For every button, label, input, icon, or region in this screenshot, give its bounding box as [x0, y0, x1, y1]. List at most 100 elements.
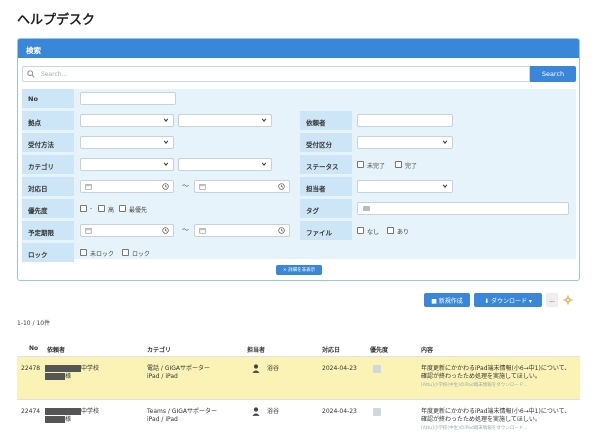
requester-school: 中学校 [81, 408, 100, 415]
priority-high-label: 高 [108, 207, 115, 214]
label-iraisha: 依頼者 [300, 111, 352, 130]
file-none-label: なし [367, 229, 380, 236]
category-select-2[interactable] [178, 158, 272, 171]
table-row[interactable]: 22474 中学校 様 Teams / GIGAサポーター iPad / iPa… [17, 399, 580, 442]
page-title: ヘルプデスク [17, 13, 96, 28]
download-button[interactable]: ⬇ ダウンロード ▾ [474, 293, 542, 307]
lock-unlocked-checkbox[interactable] [80, 249, 87, 256]
file-exists-label: あり [397, 229, 410, 236]
content-subtext: [Attu]小学校(中生)のiPad端末情報をダウンロード... [421, 426, 528, 431]
search-icon [27, 70, 35, 78]
label-yotei-kigen: 予定期限 [22, 221, 74, 240]
uketsuke-houhou-select[interactable] [80, 136, 174, 149]
label-kyoten: 拠点 [22, 111, 74, 130]
tantousha-select[interactable] [357, 180, 453, 193]
lock-locked-checkbox[interactable] [122, 249, 129, 256]
yotei-kigen-from[interactable] [80, 224, 174, 237]
priority-none-label: - [90, 205, 93, 212]
search-panel: 検索 Search No 拠点 依頼者 受付方法 受付区分 カテゴリ [17, 38, 580, 281]
column-header-assignee[interactable]: 担当者 [247, 345, 265, 354]
person-icon [252, 407, 260, 416]
search-panel-header: 検索 [18, 39, 579, 58]
category-line2: iPad / iPad [147, 416, 178, 423]
no-field[interactable] [80, 92, 176, 105]
status-complete-checkbox[interactable] [395, 161, 402, 168]
chevron-down-icon [163, 140, 169, 144]
new-button-label: 新規作成 [438, 297, 463, 305]
row-content: 年度更新にかかわるiPad端末情報(小6→中1)について、確認が終わったため処理… [421, 365, 576, 389]
redacted-block [45, 373, 65, 380]
search-input[interactable] [22, 66, 530, 82]
content-text: 年度更新にかかわるiPad端末情報(小6→中1)について、確認が終わったため処理… [421, 408, 571, 423]
search-button[interactable]: Search [530, 66, 576, 82]
kyoten-select-1[interactable] [80, 114, 174, 127]
new-button[interactable]: ■ 新規作成 [424, 293, 470, 307]
chevron-down-icon [163, 118, 169, 122]
column-header-priority[interactable]: 優先度 [370, 345, 388, 354]
requester-school: 中学校 [81, 365, 100, 372]
file-exists-checkbox[interactable] [387, 227, 394, 234]
chevron-down-icon: ▾ [527, 297, 532, 305]
label-yuusendo: 優先度 [22, 199, 74, 218]
row-date: 2024-04-23 [322, 408, 357, 415]
clock-icon [162, 183, 169, 190]
search-bar: Search [22, 66, 576, 82]
priority-high-checkbox[interactable] [98, 205, 105, 212]
priority-none-checkbox[interactable] [80, 205, 87, 212]
yotei-kigen-to[interactable] [194, 224, 290, 237]
chevron-down-icon [261, 118, 267, 122]
clock-icon [278, 183, 285, 190]
priority-top-checkbox[interactable] [119, 205, 126, 212]
column-header-date[interactable]: 対応日 [322, 345, 340, 354]
gear-icon[interactable] [563, 295, 573, 305]
category-select-1[interactable] [80, 158, 174, 171]
column-header-no[interactable]: No [29, 345, 38, 352]
result-count: 1-10 / 10件 [17, 320, 51, 327]
range-separator: 〜 [182, 226, 189, 234]
priority-indicator [373, 365, 381, 373]
tag-input[interactable] [357, 202, 569, 215]
person-icon [252, 364, 260, 373]
download-icon: ⬇ [484, 297, 491, 305]
calendar-icon [199, 184, 206, 190]
tag-icon [363, 206, 370, 211]
clock-icon [162, 227, 169, 234]
row-requester: 中学校 様 [45, 408, 99, 424]
table-row[interactable]: 22478 中学校 様 電話 / GIGAサポーター iPad / iPad 浴… [17, 356, 580, 399]
redacted-block [45, 408, 81, 415]
range-separator: 〜 [182, 182, 189, 190]
uketsuke-kubun-select[interactable] [357, 136, 453, 149]
chevron-down-icon [163, 162, 169, 166]
kyoten-select-2[interactable] [178, 114, 272, 127]
requester-suffix: 様 [65, 373, 72, 380]
more-button[interactable]: ... [546, 293, 558, 307]
taioubi-from[interactable] [80, 180, 174, 193]
clock-icon [278, 227, 285, 234]
label-category: カテゴリ [22, 155, 74, 174]
chevron-down-icon [442, 184, 448, 188]
label-tantousha: 担当者 [300, 177, 352, 196]
row-category: 電話 / GIGAサポーター iPad / iPad [147, 365, 210, 381]
priority-top-label: 最優先 [129, 207, 148, 214]
hide-details-button[interactable]: × 詳細を非表示 [276, 265, 322, 275]
taioubi-to[interactable] [194, 180, 290, 193]
lock-locked-label: ロック [132, 251, 151, 258]
row-date: 2024-04-23 [322, 365, 357, 372]
requester-suffix: 様 [65, 416, 72, 423]
column-header-requester[interactable]: 依頼者 [47, 345, 65, 354]
new-doc-icon: ■ [431, 297, 439, 305]
row-requester: 中学校 様 [45, 365, 99, 381]
label-no: No [22, 89, 74, 108]
content-subtext: [Attu]小学校(中生)のiPad端末情報をダウンロード... [421, 383, 528, 388]
status-incomplete-checkbox[interactable] [357, 161, 364, 168]
file-none-checkbox[interactable] [357, 227, 364, 234]
status-incomplete-label: 未完了 [367, 163, 386, 170]
column-header-category[interactable]: カテゴリ [147, 345, 171, 354]
column-header-content[interactable]: 内容 [421, 345, 433, 354]
chevron-down-icon [261, 162, 267, 166]
redacted-block [45, 416, 65, 423]
row-assignee: 浴谷 [267, 365, 280, 372]
row-category: Teams / GIGAサポーター iPad / iPad [147, 408, 217, 424]
iraisha-field[interactable] [357, 114, 453, 127]
download-button-label: ダウンロード [491, 297, 528, 305]
